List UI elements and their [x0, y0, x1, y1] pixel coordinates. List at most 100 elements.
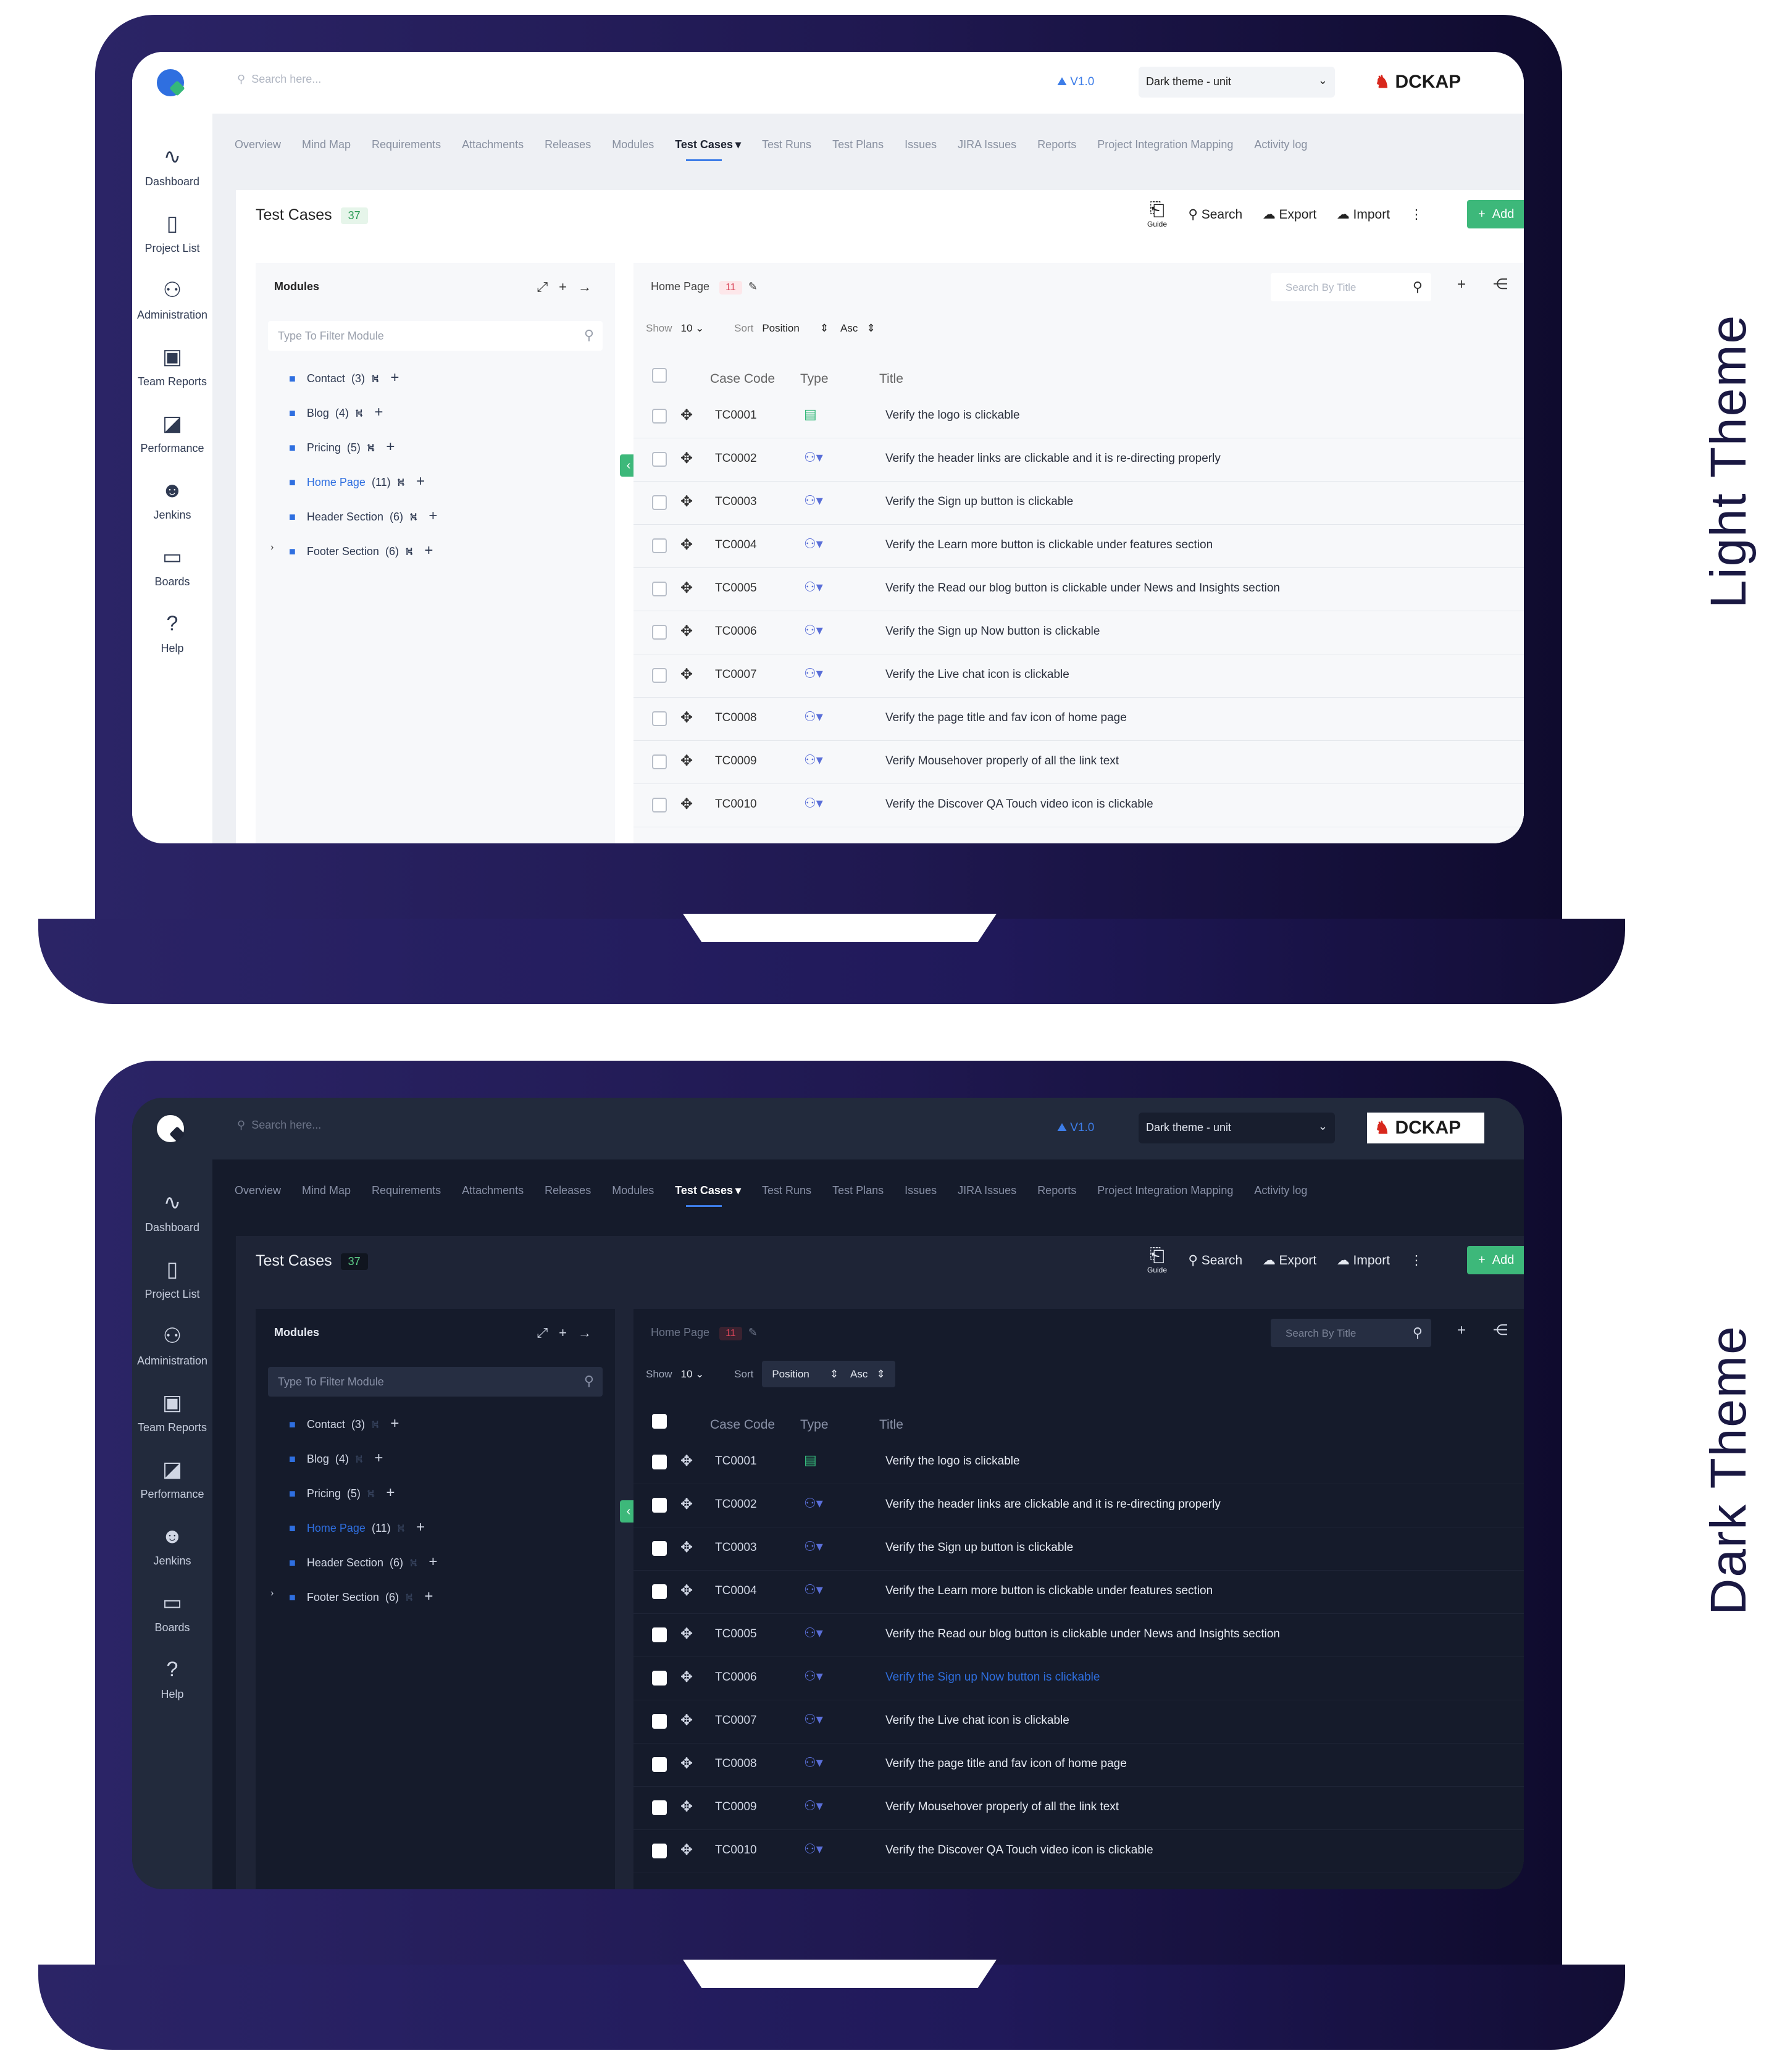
add-icon[interactable]: + [374, 1450, 383, 1466]
automation-type-icon[interactable]: ⚇▾ [804, 1625, 823, 1641]
case-title[interactable]: Verify the Read our blog button is click… [885, 1627, 1280, 1641]
module-filter-input[interactable]: Type To Filter Module ⚲ [268, 321, 603, 351]
sidebar-item[interactable]: ⚇ Administration [132, 278, 212, 333]
global-search[interactable]: ⚲ Search here... [237, 73, 321, 86]
tab[interactable]: Mind Map [302, 1184, 351, 1197]
drag-handle-icon[interactable]: ✥ [680, 752, 693, 770]
sidebar-item[interactable]: ▣ Team Reports [132, 345, 212, 400]
tab[interactable]: Reports [1037, 1184, 1076, 1197]
table-row[interactable]: ✥ TC0006 ⚇▾ Verify the Sign up Now butto… [633, 611, 1524, 654]
case-title[interactable]: Verify the header links are clickable an… [885, 1498, 1221, 1511]
add-icon[interactable]: + [424, 542, 433, 559]
row-checkbox[interactable] [652, 754, 667, 769]
tab[interactable]: Project Integration Mapping [1097, 1184, 1233, 1197]
row-checkbox[interactable] [652, 1498, 667, 1513]
column-header-type[interactable]: Type [800, 1418, 829, 1432]
drag-handle-icon[interactable]: ✥ [680, 1755, 693, 1773]
show-select[interactable]: 10 ⌄ [681, 322, 705, 334]
drag-handle-icon[interactable]: ✥ [680, 1625, 693, 1643]
add-icon[interactable]: + [424, 1588, 433, 1605]
guide-button[interactable]: ⎗ Guide [1147, 200, 1167, 229]
automation-type-icon[interactable]: ⚇▾ [804, 795, 823, 811]
hierarchy-icon[interactable]: ⛕ [405, 1591, 413, 1603]
case-title[interactable]: Verify the Discover QA Touch video icon … [885, 798, 1153, 811]
sidebar-item[interactable]: ▣ Team Reports [132, 1390, 212, 1446]
drag-handle-icon[interactable]: ✥ [680, 1841, 693, 1859]
sidebar-item[interactable]: ▭ Boards [132, 1590, 212, 1646]
row-checkbox[interactable] [652, 452, 667, 467]
column-header-title[interactable]: Title [879, 1418, 903, 1432]
tab[interactable]: JIRA Issues [958, 138, 1016, 151]
row-checkbox[interactable] [652, 582, 667, 596]
case-title[interactable]: Verify the Sign up button is clickable [885, 495, 1073, 509]
add-icon[interactable]: + [416, 473, 425, 490]
table-row[interactable]: ✥ TC0003 ⚇▾ Verify the Sign up button is… [633, 482, 1524, 525]
tab[interactable]: Modules [612, 1184, 654, 1197]
table-row[interactable]: ✥ TC0007 ⚇▾ Verify the Live chat icon is… [633, 654, 1524, 698]
module-item[interactable]: ■ Home Page (11) ⛕ + [289, 1519, 425, 1537]
tab[interactable]: Overview [235, 138, 281, 151]
sidebar-item[interactable]: ◪ Performance [132, 411, 212, 467]
case-title[interactable]: Verify the Live chat icon is clickable [885, 668, 1069, 682]
module-item[interactable]: ■ Blog (4) ⛕ + [289, 1450, 383, 1468]
tab[interactable]: Requirements [372, 138, 441, 151]
chevron-down-icon[interactable]: ▾ [735, 138, 741, 151]
row-checkbox[interactable] [652, 1671, 667, 1686]
tab[interactable]: Issues [905, 1184, 937, 1197]
automation-type-icon[interactable]: ⚇▾ [804, 709, 823, 725]
row-checkbox[interactable] [652, 668, 667, 683]
drag-handle-icon[interactable]: ✥ [680, 1495, 693, 1513]
share-icon[interactable]: ⋲ [1493, 1322, 1524, 1339]
tab[interactable]: Test Cases [675, 1184, 733, 1207]
table-row[interactable]: ✥ TC0008 ⚇▾ Verify the page title and fa… [633, 698, 1524, 741]
row-checkbox[interactable] [652, 1627, 667, 1642]
module-item[interactable]: ■ Footer Section (6) ⛕ + [289, 542, 433, 560]
tab[interactable]: Project Integration Mapping [1097, 138, 1233, 151]
row-checkbox[interactable] [652, 1800, 667, 1815]
sidebar-item[interactable]: ⚇ Administration [132, 1324, 212, 1379]
module-item[interactable]: ■ Contact (3) ⛕ + [289, 1415, 399, 1433]
table-row[interactable]: ✥ TC0008 ⚇▾ Verify the page title and fa… [633, 1744, 1524, 1787]
table-row[interactable]: ✥ TC0007 ⚇▾ Verify the Live chat icon is… [633, 1700, 1524, 1744]
table-row[interactable]: ✥ TC0005 ⚇▾ Verify the Read our blog but… [633, 568, 1524, 611]
module-item[interactable]: ■ Header Section (6) ⛕ + [289, 1553, 437, 1571]
hierarchy-icon[interactable]: ⛕ [367, 1487, 375, 1500]
sidebar-item[interactable]: ? Help [132, 611, 212, 667]
hierarchy-icon[interactable]: ⛕ [371, 372, 379, 385]
hierarchy-icon[interactable]: ⛕ [397, 1522, 405, 1534]
add-button[interactable]: + Add [1467, 1246, 1524, 1274]
import-button[interactable]: ☁ Import [1337, 1253, 1390, 1268]
row-checkbox[interactable] [652, 538, 667, 553]
module-item[interactable]: ■ Blog (4) ⛕ + [289, 404, 383, 422]
drag-handle-icon[interactable]: ✥ [680, 622, 693, 640]
module-item[interactable]: ■ Home Page (11) ⛕ + [289, 473, 425, 491]
more-options-icon[interactable]: ⋮ [1410, 1253, 1423, 1268]
drag-handle-icon[interactable]: ✥ [680, 1711, 693, 1729]
sidebar-item[interactable]: ☻ Jenkins [132, 1524, 212, 1579]
automation-type-icon[interactable]: ⚇▾ [804, 1711, 823, 1727]
automation-type-icon[interactable]: ⚇▾ [804, 493, 823, 509]
case-title[interactable]: Verify the page title and fav icon of ho… [885, 1757, 1127, 1771]
tab[interactable]: Releases [545, 1184, 591, 1197]
table-row[interactable]: ✥ TC0002 ⚇▾ Verify the header links are … [633, 438, 1524, 482]
show-select[interactable]: 10 ⌄ [681, 1368, 705, 1380]
sidebar-item[interactable]: ▯ Project List [132, 1257, 212, 1313]
hierarchy-icon[interactable]: ⛕ [355, 1453, 363, 1465]
row-checkbox[interactable] [652, 711, 667, 726]
sidebar-item[interactable]: ▭ Boards [132, 545, 212, 600]
add-icon[interactable]: + [386, 438, 395, 455]
drag-handle-icon[interactable]: ✥ [680, 449, 693, 467]
column-header-title[interactable]: Title [879, 372, 903, 386]
export-button[interactable]: ☁ Export [1263, 1253, 1317, 1268]
column-header-code[interactable]: Case Code [710, 372, 775, 386]
app-logo[interactable] [157, 69, 184, 96]
tab[interactable]: Mind Map [302, 138, 351, 151]
hierarchy-icon[interactable]: ⛕ [397, 476, 405, 488]
automation-type-icon[interactable]: ⚇▾ [804, 449, 823, 466]
case-title[interactable]: Verify Mousehover properly of all the li… [885, 1800, 1119, 1814]
row-checkbox[interactable] [652, 495, 667, 510]
sidebar-item[interactable]: ☻ Jenkins [132, 478, 212, 533]
table-row[interactable]: ✥ TC0006 ⚇▾ Verify the Sign up Now butto… [633, 1657, 1524, 1700]
hierarchy-icon[interactable]: ⛕ [409, 1556, 417, 1569]
search-by-title-input[interactable]: Search By Title ⚲ [1271, 273, 1431, 301]
